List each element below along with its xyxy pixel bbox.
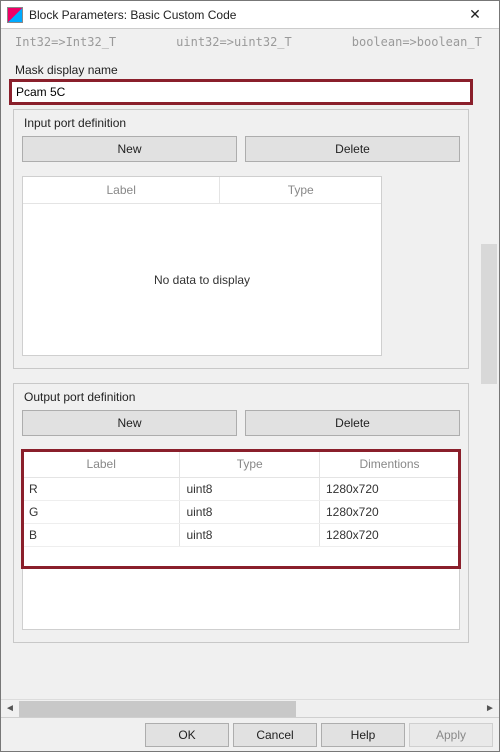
input-port-empty-text: No data to display xyxy=(23,273,381,287)
content-inner: Int32=>Int32_T uint32=>uint32_T boolean=… xyxy=(1,29,481,665)
ok-button[interactable]: OK xyxy=(145,723,229,747)
hscroll-thumb[interactable] xyxy=(19,701,296,717)
output-port-col-type: Type xyxy=(180,451,320,478)
output-port-table[interactable]: Label Type Dimentions R uint8 1280x720 xyxy=(23,451,459,547)
input-port-delete-button[interactable]: Delete xyxy=(245,136,460,162)
apply-button: Apply xyxy=(409,723,493,747)
hscroll-track[interactable] xyxy=(19,701,481,717)
table-row[interactable]: R uint8 1280x720 xyxy=(23,478,459,501)
input-port-new-button[interactable]: New xyxy=(22,136,237,162)
cell-dims[interactable]: 1280x720 xyxy=(319,524,459,547)
type-mapping-row: Int32=>Int32_T uint32=>uint32_T boolean=… xyxy=(11,33,471,55)
mask-name-input[interactable] xyxy=(11,81,471,103)
input-port-col-type: Type xyxy=(220,177,381,204)
input-port-table[interactable]: Label Type No data to display xyxy=(22,176,382,356)
output-port-col-dims: Dimentions xyxy=(319,451,459,478)
input-port-col-label: Label xyxy=(23,177,220,204)
mask-name-label: Mask display name xyxy=(15,63,467,77)
output-port-delete-button[interactable]: Delete xyxy=(245,410,460,436)
type-mapping-boolean: boolean=>boolean_T xyxy=(352,35,482,49)
cell-dims[interactable]: 1280x720 xyxy=(319,501,459,524)
cell-label[interactable]: G xyxy=(23,501,180,524)
cell-type[interactable]: uint8 xyxy=(180,501,320,524)
type-mapping-int32: Int32=>Int32_T xyxy=(15,35,116,49)
input-port-group: Input port definition New Delete Label T… xyxy=(13,109,469,369)
table-row[interactable]: G uint8 1280x720 xyxy=(23,501,459,524)
dialog-footer: OK Cancel Help Apply xyxy=(1,717,499,751)
cell-type[interactable]: uint8 xyxy=(180,478,320,501)
output-port-group-title: Output port definition xyxy=(24,390,460,404)
output-port-new-button[interactable]: New xyxy=(22,410,237,436)
output-port-header-row: Label Type Dimentions xyxy=(23,451,459,478)
cell-dims[interactable]: 1280x720 xyxy=(319,478,459,501)
vertical-scrollbar-thumb[interactable] xyxy=(481,244,497,384)
dialog-window: Block Parameters: Basic Custom Code ✕ In… xyxy=(0,0,500,752)
dialog-body: Int32=>Int32_T uint32=>uint32_T boolean=… xyxy=(1,29,499,751)
output-port-table-wrap: Label Type Dimentions R uint8 1280x720 xyxy=(22,450,460,630)
cancel-button[interactable]: Cancel xyxy=(233,723,317,747)
window-title: Block Parameters: Basic Custom Code xyxy=(29,8,455,22)
cell-label[interactable]: R xyxy=(23,478,180,501)
output-port-group: Output port definition New Delete Label xyxy=(13,383,469,643)
table-row[interactable]: B uint8 1280x720 xyxy=(23,524,459,547)
input-port-group-title: Input port definition xyxy=(24,116,460,130)
horizontal-scrollbar[interactable]: ◄ ► xyxy=(1,699,499,717)
cell-type[interactable]: uint8 xyxy=(180,524,320,547)
output-port-col-label: Label xyxy=(23,451,180,478)
content-area: Int32=>Int32_T uint32=>uint32_T boolean=… xyxy=(1,29,499,699)
input-port-header-row: Label Type xyxy=(23,177,381,204)
hscroll-left-arrow-icon[interactable]: ◄ xyxy=(1,700,19,718)
titlebar: Block Parameters: Basic Custom Code ✕ xyxy=(1,1,499,29)
cell-label[interactable]: B xyxy=(23,524,180,547)
app-icon xyxy=(7,7,23,23)
close-button[interactable]: ✕ xyxy=(455,1,495,29)
type-mapping-uint32: uint32=>uint32_T xyxy=(176,35,292,49)
help-button[interactable]: Help xyxy=(321,723,405,747)
hscroll-right-arrow-icon[interactable]: ► xyxy=(481,700,499,718)
